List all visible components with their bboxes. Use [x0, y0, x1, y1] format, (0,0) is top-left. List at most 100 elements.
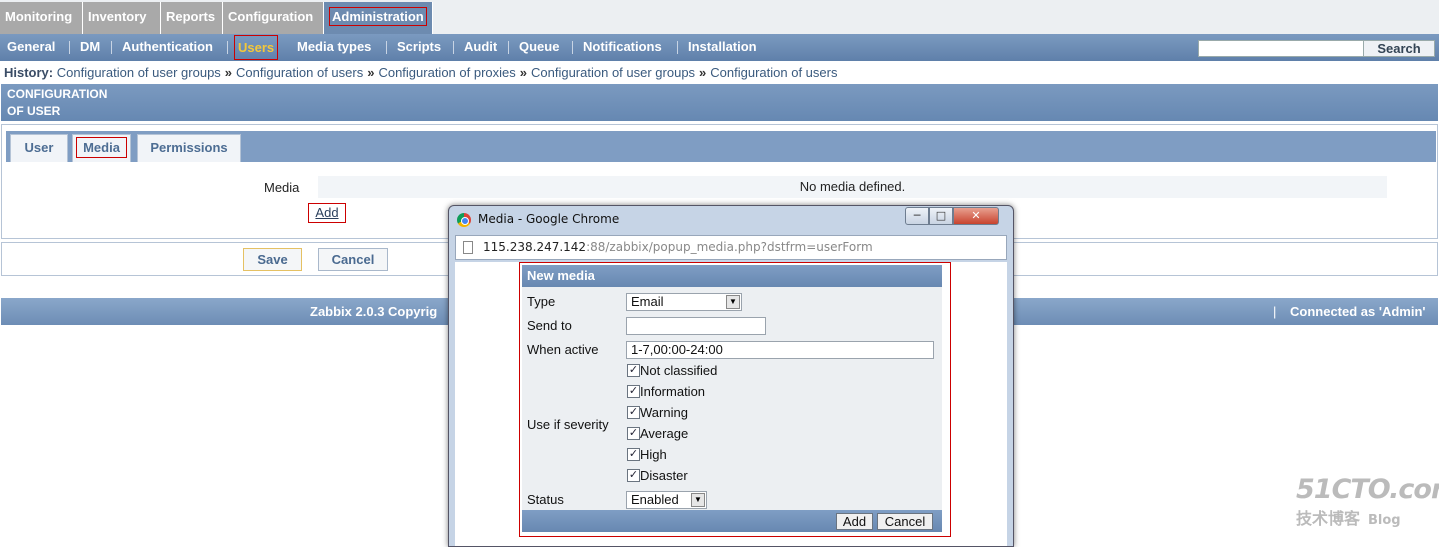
submenu-queue[interactable]: Queue — [519, 34, 559, 61]
tab-permissions[interactable]: Permissions — [137, 134, 241, 162]
submenu-audit[interactable]: Audit — [464, 34, 497, 61]
status-select-value: Enabled — [631, 492, 679, 507]
watermark-sub-text: 技术博客 — [1296, 509, 1361, 528]
checkbox-checked-icon[interactable]: ✓ — [627, 427, 640, 440]
menu-inventory[interactable]: Inventory — [83, 2, 161, 34]
cancel-button[interactable]: Cancel — [318, 248, 388, 271]
popup-add-button[interactable]: Add — [836, 513, 873, 530]
maximize-button[interactable]: □ — [929, 207, 953, 225]
when-active-label: When active — [527, 342, 599, 357]
submenu-installation[interactable]: Installation — [688, 34, 757, 61]
submenu-divider — [572, 41, 573, 54]
history-separator: » — [224, 65, 233, 80]
when-active-input[interactable]: 1-7,00:00-24:00 — [626, 341, 934, 359]
add-media-link[interactable]: Add — [308, 203, 346, 223]
submenu-authentication[interactable]: Authentication — [122, 34, 213, 61]
chrome-icon — [457, 213, 471, 227]
tab-media[interactable]: Media — [72, 134, 131, 162]
menu-configuration[interactable]: Configuration — [223, 2, 324, 34]
watermark-sub: 技术博客 Blog — [1296, 505, 1439, 529]
tab-user[interactable]: User — [10, 134, 68, 162]
checkbox-checked-icon[interactable]: ✓ — [627, 406, 640, 419]
history-link[interactable]: Configuration of user groups — [531, 65, 695, 80]
media-popup-window[interactable]: Media - Google Chrome ─ □ ✕ 115.238.247.… — [448, 205, 1014, 547]
type-select[interactable]: Email ▼ — [626, 293, 742, 311]
history-separator: » — [519, 65, 527, 80]
new-media-footer: Add Cancel — [522, 510, 942, 532]
severity-high[interactable]: ✓ High — [627, 448, 667, 464]
severity-not-classified[interactable]: ✓ Not classified — [627, 364, 717, 380]
severity-name: Average — [640, 426, 689, 441]
address-bar[interactable]: 115.238.247.142:88/zabbix/popup_media.ph… — [455, 235, 1007, 260]
checkbox-checked-icon[interactable]: ✓ — [627, 469, 640, 482]
severity-information[interactable]: ✓ Information — [627, 385, 705, 401]
submenu-divider — [453, 41, 454, 54]
search-button[interactable]: Search — [1363, 40, 1435, 57]
history-breadcrumb: History: Configuration of user groups» Co… — [4, 64, 837, 82]
popup-cancel-button[interactable]: Cancel — [877, 513, 933, 530]
submenu-divider — [111, 41, 112, 54]
search-input[interactable] — [1198, 40, 1364, 57]
history-link[interactable]: Configuration of proxies — [378, 65, 515, 80]
severity-name: Information — [640, 384, 706, 399]
save-button[interactable]: Save — [243, 248, 302, 271]
menu-reports[interactable]: Reports — [161, 2, 223, 34]
severity-name: Disaster — [640, 468, 688, 483]
watermark-blog: Blog — [1368, 513, 1401, 528]
submenu-divider — [677, 41, 678, 54]
page-title-line1: CONFIGURATION — [7, 87, 108, 101]
submenu-divider — [386, 41, 387, 54]
menu-administration[interactable]: Administration — [324, 2, 433, 34]
chevron-down-icon: ▼ — [726, 295, 740, 309]
submenu-divider — [508, 41, 509, 54]
tab-media-label: Media — [76, 137, 127, 158]
submenu-users[interactable]: Users — [234, 35, 279, 60]
top-menu: Monitoring Inventory Reports Configurati… — [0, 0, 1439, 34]
severity-disaster[interactable]: ✓ Disaster — [627, 469, 688, 485]
status-label: Status — [527, 492, 564, 507]
severity-name: Not classified — [640, 363, 718, 378]
history-link[interactable]: Configuration of user groups — [57, 65, 221, 80]
media-field-label: Media — [264, 180, 300, 195]
send-to-input[interactable] — [626, 317, 766, 335]
new-media-header: New media — [522, 265, 942, 287]
page-icon — [463, 241, 473, 254]
history-link[interactable]: Configuration of users — [236, 65, 363, 80]
minimize-button[interactable]: ─ — [905, 207, 929, 225]
severity-warning[interactable]: ✓ Warning — [627, 406, 688, 422]
tabs-bar: User Media Permissions — [6, 131, 1436, 162]
maximize-icon: □ — [935, 209, 947, 222]
submenu-general[interactable]: General — [7, 34, 55, 61]
menu-monitoring[interactable]: Monitoring — [0, 2, 83, 34]
submenu-dm[interactable]: DM — [80, 34, 100, 61]
submenu-divider — [69, 41, 70, 54]
chevron-down-icon: ▼ — [691, 493, 705, 507]
status-select[interactable]: Enabled ▼ — [626, 491, 707, 509]
close-button[interactable]: ✕ — [953, 207, 999, 225]
url-path: :88/zabbix/popup_media.php?dstfrm=userFo… — [586, 240, 873, 254]
severity-name: Warning — [640, 405, 688, 420]
page-title: CONFIGURATION OF USER — [1, 84, 1438, 121]
severity-label: Use if severity — [527, 417, 609, 432]
popup-titlebar[interactable]: Media - Google Chrome ─ □ ✕ — [449, 206, 1013, 234]
submenu-media-types[interactable]: Media types — [297, 34, 371, 61]
footer-separator: | — [1273, 304, 1277, 319]
history-label: History: — [4, 65, 54, 80]
checkbox-checked-icon[interactable]: ✓ — [627, 448, 640, 461]
footer-connected-user: Connected as 'Admin' — [1290, 304, 1426, 319]
history-link[interactable]: Configuration of users — [710, 65, 837, 80]
type-select-value: Email — [631, 294, 664, 309]
popup-content: New media Type Email ▼ Send to When acti… — [455, 262, 1007, 546]
submenu-scripts[interactable]: Scripts — [397, 34, 441, 61]
checkbox-checked-icon[interactable]: ✓ — [627, 385, 640, 398]
submenu-divider — [227, 41, 228, 54]
minimize-icon: ─ — [913, 209, 921, 222]
submenu-notifications[interactable]: Notifications — [583, 34, 662, 61]
type-label: Type — [527, 294, 556, 309]
watermark-main: 51CTO.com — [1296, 474, 1439, 505]
severity-average[interactable]: ✓ Average — [627, 427, 688, 443]
checkbox-checked-icon[interactable]: ✓ — [627, 364, 640, 377]
url-text[interactable]: 115.238.247.142:88/zabbix/popup_media.ph… — [483, 240, 873, 254]
close-icon: ✕ — [971, 209, 981, 222]
page-title-line2: OF USER — [7, 104, 61, 118]
